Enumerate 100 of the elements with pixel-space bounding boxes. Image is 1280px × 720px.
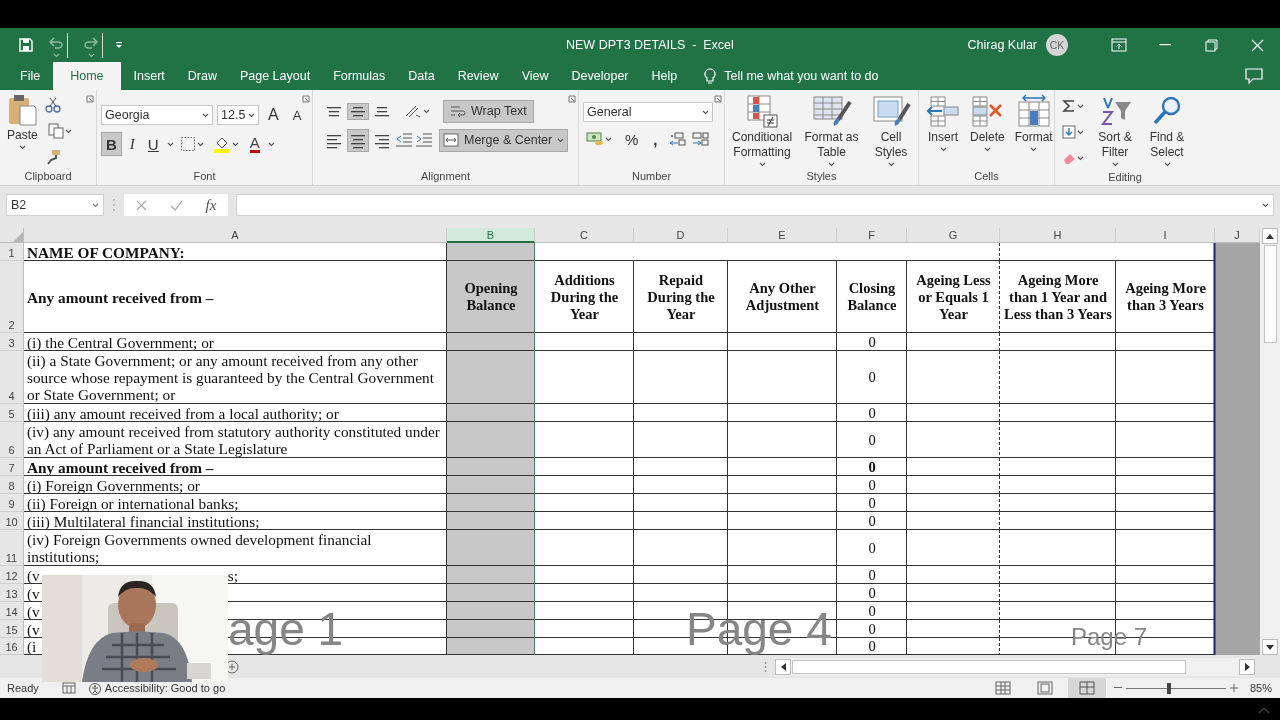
view-button[interactable]	[1067, 678, 1106, 698]
number-format-field[interactable]: General	[583, 102, 713, 122]
undo-icon[interactable]	[49, 36, 63, 49]
underline-button[interactable]: U	[142, 132, 164, 156]
dialog-launcher-icon[interactable]	[568, 95, 576, 103]
user-name[interactable]: Chirag Kular	[967, 38, 1037, 52]
grow-font-button[interactable]: A	[263, 103, 284, 127]
format-painter-icon[interactable]	[44, 149, 61, 165]
column-header[interactable]: F	[837, 228, 907, 243]
table-button[interactable]: Format as Table	[799, 94, 864, 167]
row-header[interactable]: 3	[0, 333, 24, 351]
ribbon-tab[interactable]: Review	[447, 62, 509, 90]
sort-button[interactable]: Sort & Filter	[1091, 94, 1139, 168]
wrap-text-button[interactable]: Wrap Text	[443, 99, 534, 123]
ribbon-tab[interactable]: Data	[398, 62, 445, 90]
column-header[interactable]: E	[728, 228, 837, 243]
scrollbar-thumb[interactable]	[792, 659, 1186, 674]
ribbon-tab[interactable]: View	[511, 62, 559, 90]
scroll-right-button[interactable]	[1239, 658, 1255, 675]
cancel-icon[interactable]	[135, 199, 147, 211]
row-header[interactable]: 16	[0, 638, 24, 655]
accessibility-status[interactable]: Accessibility: Good to go	[104, 682, 226, 694]
customize-icon[interactable]	[115, 41, 123, 49]
orientation-icon[interactable]	[404, 103, 422, 119]
cut-icon[interactable]	[44, 97, 61, 113]
percent-style-button[interactable]: %	[620, 127, 644, 151]
column-header[interactable]: I	[1116, 228, 1215, 243]
insert-button[interactable]: Insert	[923, 94, 963, 167]
row-header[interactable]: 15	[0, 620, 24, 638]
zoom-in-icon[interactable]	[1229, 684, 1238, 692]
minimize-icon[interactable]	[1159, 44, 1171, 46]
row-header[interactable]: 4	[0, 351, 24, 404]
ribbon-tab[interactable]: Help	[641, 62, 688, 90]
delete-button[interactable]: Delete	[967, 94, 1008, 167]
ribbon-tab[interactable]: Formulas	[323, 62, 396, 90]
borders-icon[interactable]	[179, 136, 196, 152]
column-header[interactable]: D	[634, 228, 728, 243]
row-header[interactable]: 14	[0, 602, 24, 620]
eraser-icon[interactable]	[1062, 151, 1076, 165]
row-header[interactable]: 5	[0, 404, 24, 422]
fill-color-icon[interactable]	[212, 135, 231, 153]
row-header[interactable]: 6	[0, 422, 24, 458]
dialog-launcher-icon[interactable]	[714, 95, 722, 103]
scroll-up-button[interactable]	[1262, 228, 1278, 244]
row-header[interactable]: 13	[0, 584, 24, 602]
enter-icon[interactable]	[169, 199, 183, 211]
new-sheet-icon[interactable]	[225, 659, 239, 674]
conditional-button[interactable]: Conditional Formatting	[729, 94, 796, 167]
format-button[interactable]: Format	[1011, 94, 1056, 167]
column-header[interactable]: H	[1000, 228, 1116, 243]
row-header[interactable]: 10	[0, 512, 24, 530]
comment-icon[interactable]	[1245, 68, 1263, 84]
dialog-launcher-icon[interactable]	[302, 95, 310, 103]
user-avatar[interactable]: CK	[1046, 34, 1068, 56]
row-header[interactable]: 12	[0, 566, 24, 584]
font-color-button[interactable]: A	[244, 132, 265, 156]
formula-input[interactable]	[236, 194, 1274, 216]
name-box[interactable]: B2	[6, 194, 104, 216]
comma-style-button[interactable]: ,	[648, 127, 663, 151]
column-header[interactable]: A	[24, 228, 447, 243]
shrink-font-button[interactable]: A	[287, 103, 307, 127]
restore-icon[interactable]	[1204, 38, 1218, 52]
scrollbar-thumb[interactable]	[1263, 245, 1277, 343]
paste-button[interactable]: Paste	[4, 94, 41, 167]
find-button[interactable]: Find & Select	[1143, 94, 1191, 168]
middle-align-button[interactable]	[347, 102, 369, 120]
insert-function-button[interactable]: fx	[205, 196, 217, 214]
column-header[interactable]: C	[535, 228, 634, 243]
zoom-slider-thumb[interactable]	[1166, 682, 1171, 694]
ribbon-tab[interactable]: File	[10, 62, 51, 90]
zoom-level[interactable]: 85%	[1249, 682, 1272, 694]
cell-styles-button[interactable]: Cell Styles	[868, 94, 914, 167]
column-header[interactable]: B	[447, 228, 535, 243]
font-size-field[interactable]: 12.5	[217, 105, 259, 125]
column-header[interactable]: G	[907, 228, 1000, 243]
ribbon-options-icon[interactable]	[1111, 38, 1127, 52]
decrease-indent-icon[interactable]	[395, 132, 413, 148]
row-header[interactable]: 7	[0, 458, 24, 476]
align-center-button[interactable]	[347, 128, 369, 152]
tell-me-field[interactable]: Tell me what you want to do	[724, 69, 879, 83]
macro-record-icon[interactable]	[61, 682, 76, 694]
row-header[interactable]: 11	[0, 530, 24, 566]
column-header[interactable]: J	[1215, 228, 1260, 243]
font-name-field[interactable]: Georgia	[101, 105, 213, 125]
save-icon[interactable]	[19, 38, 33, 52]
redo-icon[interactable]	[84, 36, 98, 49]
row-header[interactable]: 1	[0, 243, 24, 261]
ribbon-tab[interactable]: Insert	[123, 62, 175, 90]
close-icon[interactable]	[1250, 38, 1264, 52]
ribbon-tab[interactable]: Home	[53, 62, 121, 90]
fill-down-icon[interactable]	[1062, 125, 1076, 139]
row-header[interactable]: 8	[0, 476, 24, 494]
increase-decimal-icon[interactable]	[667, 131, 686, 147]
merge-center-button[interactable]: Merge & Center	[439, 128, 569, 152]
row-header[interactable]: 9	[0, 494, 24, 512]
bold-button[interactable]: B	[101, 132, 122, 156]
scroll-left-button[interactable]	[775, 658, 791, 675]
ribbon-tab[interactable]: Page Layout	[229, 62, 321, 90]
row-header[interactable]: 2	[0, 261, 24, 333]
copy-icon[interactable]	[47, 123, 64, 139]
